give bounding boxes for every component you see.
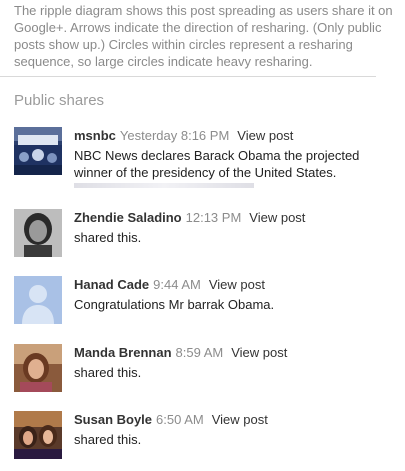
divider xyxy=(0,76,376,77)
share-time: Yesterday 8:16 PM xyxy=(119,128,230,143)
share-item: Manda Brennan 8:59 AM View post shared thi… xyxy=(14,344,404,404)
share-text: shared this. xyxy=(74,432,142,447)
share-meta: Zhendie Saladino 12:13 PM View post xyxy=(74,209,404,226)
share-item: msnbc Yesterday 8:16 PM View post NBC News… xyxy=(14,127,404,188)
share-time: 8:59 AM xyxy=(175,345,224,360)
view-post-link[interactable]: View post xyxy=(249,210,305,225)
zhendie-saladino-avatar[interactable] xyxy=(14,209,62,257)
share-text: NBC News declares Barack Obama the proje… xyxy=(74,148,360,180)
share-meta: Hanad Cade 9:44 AM View post xyxy=(74,276,404,293)
share-item: Hanad Cade 9:44 AM View post Congratulatio… xyxy=(14,276,404,336)
author-name[interactable]: Susan Boyle xyxy=(74,412,152,427)
share-time: 12:13 PM xyxy=(185,210,242,225)
author-name[interactable]: Manda Brennan xyxy=(74,345,172,360)
share-meta: msnbc Yesterday 8:16 PM View post xyxy=(74,127,404,144)
author-name[interactable]: Zhendie Saladino xyxy=(74,210,182,225)
hanad-cade-avatar[interactable] xyxy=(14,276,62,324)
author-name[interactable]: msnbc xyxy=(74,128,116,143)
share-item: Zhendie Saladino 12:13 PM View post shared… xyxy=(14,209,404,269)
share-text: Congratulations Mr barrak Obama. xyxy=(74,297,275,312)
view-post-link[interactable]: View post xyxy=(237,128,293,143)
share-meta: Susan Boyle 6:50 AM View post xyxy=(74,411,404,428)
share-text: shared this. xyxy=(74,365,142,380)
view-post-link[interactable]: View post xyxy=(212,412,268,427)
section-title: Public shares xyxy=(14,92,105,109)
ripple-description: The ripple diagram shows this post sprea… xyxy=(14,3,393,69)
share-time: 9:44 AM xyxy=(153,277,201,292)
preview-fade xyxy=(74,183,254,188)
msnbc-avatar[interactable] xyxy=(14,127,62,175)
author-name[interactable]: Hanad Cade xyxy=(74,277,149,292)
susan-boyle-avatar[interactable] xyxy=(14,411,62,459)
view-post-link[interactable]: View post xyxy=(231,345,287,360)
share-text: shared this. xyxy=(74,230,142,245)
share-item: Susan Boyle 6:50 AM View post shared this. xyxy=(14,411,404,471)
manda-brennan-avatar[interactable] xyxy=(14,344,62,392)
share-time: 6:50 AM xyxy=(156,412,204,427)
view-post-link[interactable]: View post xyxy=(209,277,265,292)
share-meta: Manda Brennan 8:59 AM View post xyxy=(74,344,404,361)
